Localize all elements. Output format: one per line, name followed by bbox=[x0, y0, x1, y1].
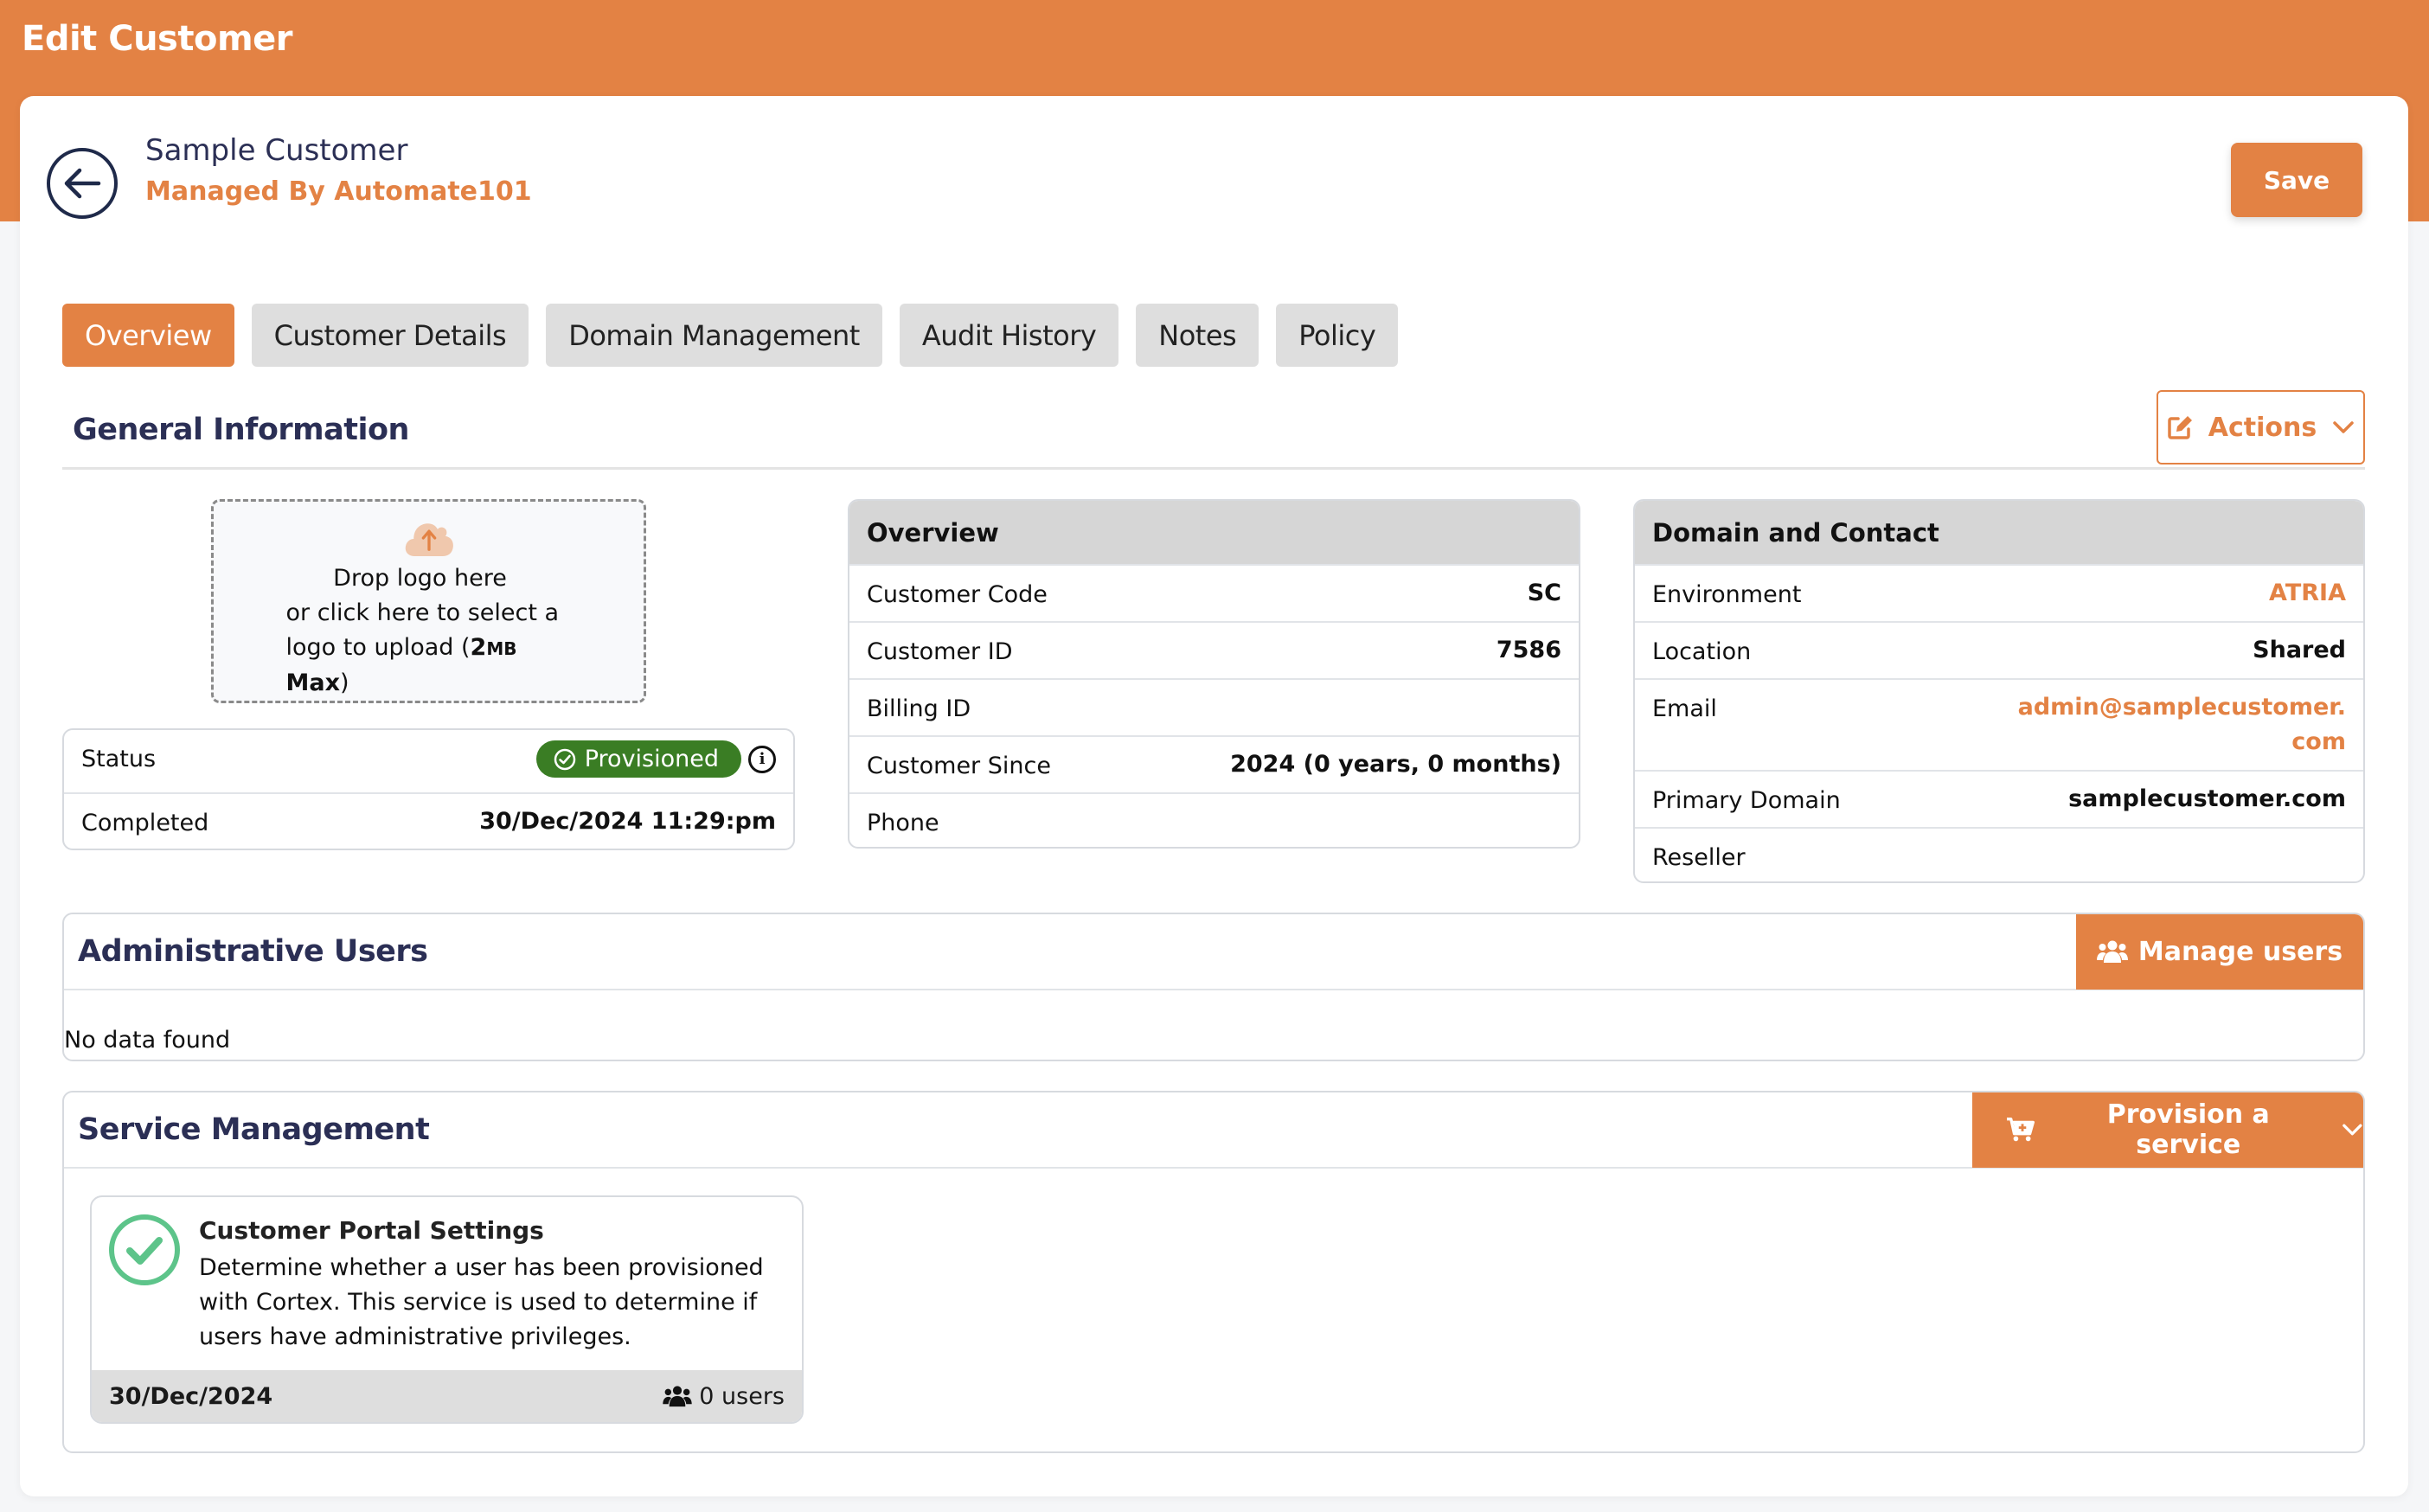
manage-users-button[interactable]: Manage users bbox=[2076, 914, 2363, 990]
cloud-upload-icon bbox=[405, 523, 453, 556]
logo-upload-dropzone[interactable]: Drop logo here or click here to select a… bbox=[211, 499, 646, 703]
tab-audit-history[interactable]: Audit History bbox=[899, 304, 1119, 367]
upload-instructions: Drop logo here or click here to select a… bbox=[285, 565, 560, 696]
overview-card: Overview Customer Code SC Customer ID 75… bbox=[848, 499, 1580, 849]
check-circle-icon bbox=[554, 748, 575, 770]
tab-policy[interactable]: Policy bbox=[1276, 304, 1399, 367]
info-row-primary-domain: Primary Domain samplecustomer.com bbox=[1635, 770, 2363, 827]
status-row: Status Provisioned i bbox=[64, 730, 793, 792]
page-title: Edit Customer bbox=[22, 19, 293, 59]
service-management-header: Service Management Provision a service bbox=[64, 1092, 2363, 1169]
administrative-users-panel: Administrative Users Manage users No dat… bbox=[62, 913, 2365, 1061]
tab-customer-details[interactable]: Customer Details bbox=[251, 304, 529, 367]
status-label: Status bbox=[81, 746, 157, 772]
service-card[interactable]: Customer Portal Settings Determine wheth… bbox=[90, 1195, 804, 1424]
general-information-title: General Information bbox=[73, 413, 409, 447]
cart-plus-icon bbox=[2007, 1118, 2035, 1142]
completed-label: Completed bbox=[81, 810, 209, 836]
tab-domain-management[interactable]: Domain Management bbox=[546, 304, 882, 367]
info-row-email: Email admin@samplecustomer.com bbox=[1635, 678, 2363, 770]
info-row-customer-id: Customer ID 7586 bbox=[849, 621, 1579, 678]
completed-value: 30/Dec/2024 11:29:pm bbox=[479, 808, 776, 835]
tab-overview[interactable]: Overview bbox=[62, 304, 234, 367]
service-date: 30/Dec/2024 bbox=[109, 1382, 273, 1410]
status-badge: Provisioned bbox=[535, 740, 741, 778]
arrow-left-icon bbox=[64, 168, 101, 199]
provision-service-dropdown[interactable]: Provision a service bbox=[1972, 1092, 2363, 1168]
service-description: Determine whether a user has been provis… bbox=[199, 1254, 764, 1350]
admin-users-title: Administrative Users bbox=[78, 934, 428, 969]
back-button[interactable] bbox=[47, 148, 118, 219]
users-icon bbox=[2096, 940, 2128, 963]
info-icon[interactable]: i bbox=[748, 745, 776, 773]
service-card-footer: 30/Dec/2024 0 users bbox=[92, 1370, 802, 1422]
section-divider bbox=[62, 467, 2365, 470]
service-management-title: Service Management bbox=[78, 1112, 430, 1147]
service-management-panel: Service Management Provision a service C… bbox=[62, 1091, 2365, 1453]
email-link[interactable]: admin@samplecustomer.com bbox=[2009, 690, 2346, 759]
info-row-environment: Environment ATRIA bbox=[1635, 564, 2363, 621]
info-row-billing-id: Billing ID bbox=[849, 678, 1579, 735]
domain-contact-card: Domain and Contact Environment ATRIA Loc… bbox=[1633, 499, 2365, 883]
overview-card-title: Overview bbox=[849, 501, 1579, 564]
admin-users-header: Administrative Users Manage users bbox=[64, 914, 2363, 990]
chevron-down-icon bbox=[2333, 421, 2354, 433]
info-row-customer-code: Customer Code SC bbox=[849, 564, 1579, 621]
environment-link[interactable]: ATRIA bbox=[2269, 580, 2346, 606]
tab-bar: Overview Customer Details Domain Managem… bbox=[62, 304, 1399, 367]
tab-notes[interactable]: Notes bbox=[1136, 304, 1259, 367]
info-row-customer-since: Customer Since 2024 (0 years, 0 months) bbox=[849, 735, 1579, 792]
users-icon bbox=[663, 1386, 692, 1407]
empty-state-text: No data found bbox=[64, 1027, 231, 1054]
service-title: Customer Portal Settings bbox=[199, 1216, 544, 1245]
status-card: Status Provisioned i Completed 30/Dec/20… bbox=[62, 728, 795, 850]
info-row-location: Location Shared bbox=[1635, 621, 2363, 678]
customer-name: Sample Customer bbox=[145, 133, 408, 168]
info-row-reseller: Reseller bbox=[1635, 827, 2363, 881]
actions-dropdown[interactable]: Actions bbox=[2157, 390, 2365, 464]
actions-label: Actions bbox=[2208, 412, 2317, 443]
edit-icon bbox=[2168, 416, 2192, 439]
managed-by-label: Managed By Automate101 bbox=[145, 176, 532, 207]
save-button[interactable]: Save bbox=[2231, 143, 2362, 217]
service-user-count: 0 users bbox=[663, 1383, 785, 1410]
chevron-down-icon bbox=[2342, 1124, 2362, 1136]
completed-row: Completed 30/Dec/2024 11:29:pm bbox=[64, 792, 793, 849]
check-circle-icon bbox=[109, 1214, 180, 1285]
info-row-phone: Phone bbox=[849, 792, 1579, 847]
domain-card-title: Domain and Contact bbox=[1635, 501, 2363, 564]
